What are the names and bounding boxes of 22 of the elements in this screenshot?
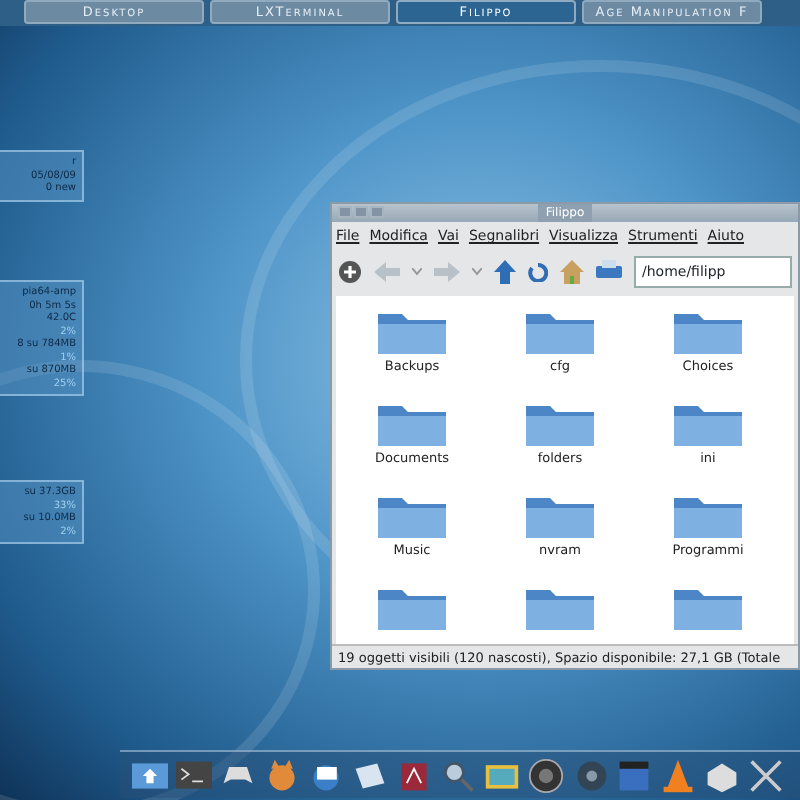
traffic-cone-icon[interactable]	[660, 757, 696, 793]
printer-icon[interactable]	[596, 260, 622, 282]
tools-icon[interactable]	[748, 757, 784, 793]
folder-icon[interactable]	[524, 584, 596, 633]
folder-icon[interactable]	[672, 584, 744, 633]
home-icon[interactable]	[560, 259, 584, 283]
folder-icon[interactable]	[672, 492, 744, 541]
folder-icon[interactable]	[376, 492, 448, 541]
caret-icon[interactable]	[472, 267, 482, 275]
add-icon[interactable]	[338, 259, 362, 283]
magnifier-icon[interactable]	[440, 757, 476, 793]
document-icon[interactable]	[396, 757, 432, 793]
reload-icon[interactable]	[528, 261, 548, 281]
caret-icon[interactable]	[412, 267, 422, 275]
speaker-icon[interactable]	[572, 757, 608, 793]
terminal-icon[interactable]	[176, 757, 212, 793]
up-arrow-icon[interactable]	[494, 259, 516, 283]
folder-icon[interactable]	[376, 584, 448, 633]
disc-icon[interactable]	[528, 757, 564, 793]
clapperboard-icon[interactable]	[616, 757, 652, 793]
home-folder-icon[interactable]	[132, 757, 168, 793]
folder-icon[interactable]	[524, 492, 596, 541]
